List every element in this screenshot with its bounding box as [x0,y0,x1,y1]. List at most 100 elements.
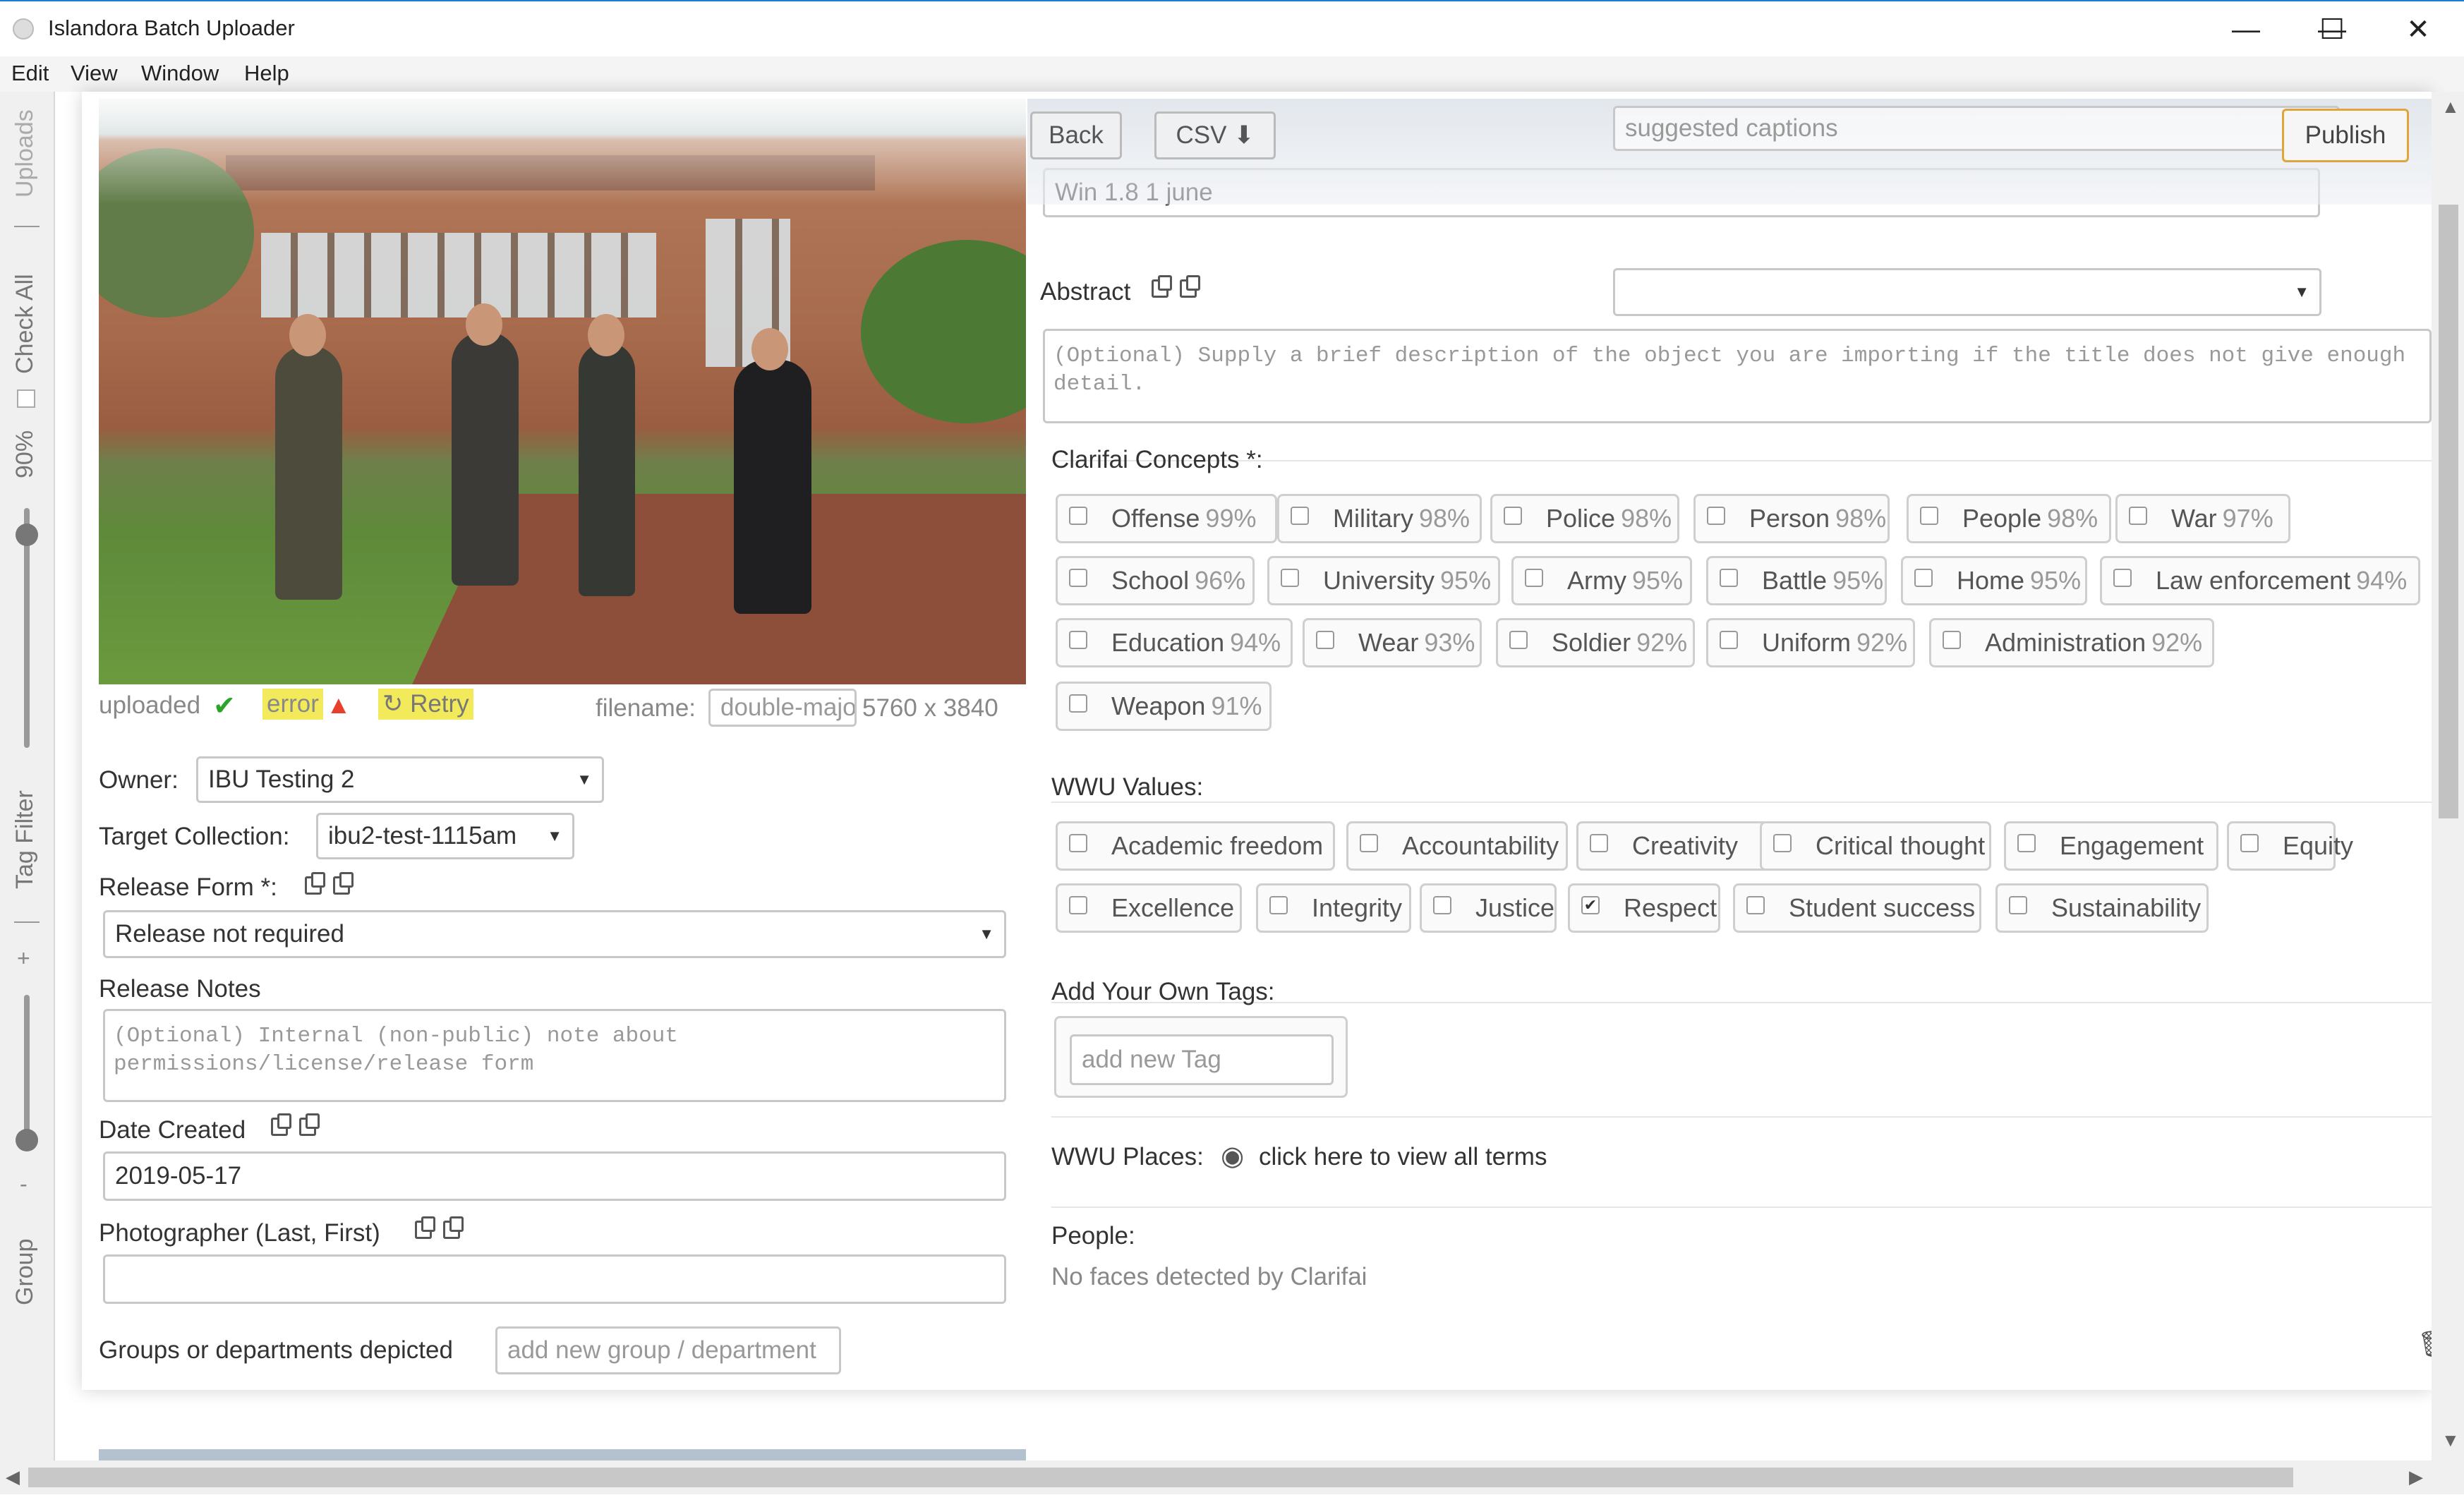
view-all-terms-link[interactable]: click here to view all terms [1259,1143,1547,1171]
horizontal-scrollbar[interactable]: ◀ ▶ [0,1460,2464,1494]
copy-icons[interactable] [305,872,361,900]
concepts-tag[interactable]: Administration 92% [1929,618,2214,667]
values-tag[interactable]: Sustainability [1995,883,2209,933]
concepts-tag[interactable]: Soldier 92% [1496,618,1695,667]
menu-view[interactable]: View [71,61,118,86]
checkbox[interactable] [1943,631,1961,650]
checkbox[interactable] [1316,631,1334,650]
values-tag[interactable]: Justice [1420,883,1557,933]
retry-button[interactable]: ↻ Retry [378,689,473,720]
uploads-tab[interactable]: Uploads [11,109,39,198]
group-slider[interactable] [24,995,30,1150]
checkbox[interactable] [1069,507,1087,526]
scroll-left-icon[interactable]: ◀ [6,1466,20,1488]
abstract-select[interactable]: ▼ [1613,268,2321,316]
publish-button[interactable]: Publish [2282,109,2409,162]
values-tag[interactable]: Creativity [1576,821,1788,871]
checkbox[interactable] [1069,631,1087,650]
date-created-input[interactable]: 2019-05-17 [103,1151,1006,1201]
checkbox[interactable] [1746,896,1765,915]
scrollbar-thumb[interactable] [28,1468,2293,1487]
checkbox[interactable] [1509,631,1528,650]
values-tag[interactable]: ✔ Respect [1568,883,1720,933]
values-tag[interactable]: Academic freedom [1056,821,1335,871]
concepts-tag[interactable]: Police 98% [1490,494,1679,543]
checkbox[interactable]: ✔ [1581,896,1600,915]
concepts-tag[interactable]: People 98% [1907,494,2111,543]
concepts-tag[interactable]: University 95% [1267,556,1500,605]
values-tag[interactable]: Engagement [2004,821,2218,871]
concepts-tag[interactable]: Law enforcement 94% [2100,556,2420,605]
csv-button[interactable]: CSV ⬇ [1154,111,1276,159]
groups-input[interactable]: add new group / department [495,1326,841,1374]
menu-help[interactable]: Help [244,61,289,86]
release-notes-textarea[interactable]: (Optional) Internal (non-public) note ab… [103,1009,1006,1102]
checkbox[interactable] [1269,896,1288,915]
checkbox[interactable] [1525,569,1543,588]
checkbox[interactable] [1069,569,1087,588]
concepts-tag[interactable]: Military 98% [1277,494,1482,543]
values-tag[interactable]: Student success [1733,883,1981,933]
concepts-tag[interactable]: School 96% [1056,556,1255,605]
concepts-tag[interactable]: Battle 95% [1706,556,1887,605]
concepts-tag[interactable]: Wear 93% [1303,618,1482,667]
suggested-captions-input[interactable]: suggested captions [1613,106,2340,151]
scroll-right-icon[interactable]: ▶ [2409,1466,2423,1488]
group-plus[interactable]: + [17,945,30,972]
paste-icon[interactable] [1180,275,1200,298]
checkbox[interactable] [1920,507,1938,526]
vertical-scrollbar[interactable]: ▲ ▼ [2432,92,2464,1468]
copy-icon[interactable] [271,1113,291,1136]
concepts-tag[interactable]: Uniform 92% [1706,618,1915,667]
checkbox[interactable] [2113,569,2132,588]
tag-filter-label[interactable]: Tag Filter [11,790,39,889]
paste-icon[interactable] [443,1216,464,1239]
add-tag-input[interactable]: add new Tag [1070,1034,1334,1085]
values-tag[interactable]: Equity [2227,821,2353,871]
paste-icon[interactable] [333,872,354,895]
checkbox[interactable] [2009,896,2027,915]
checkbox[interactable] [1360,834,1378,853]
checkbox[interactable] [1590,834,1608,853]
checkbox[interactable] [2240,834,2259,853]
eye-icon[interactable]: ◉ [1221,1140,1244,1172]
menu-window[interactable]: Window [141,61,219,86]
concepts-tag[interactable]: Offense 99% [1056,494,1277,543]
checkbox[interactable] [1069,694,1087,713]
filename-input[interactable]: double-major [708,689,857,727]
copy-icon[interactable] [1152,275,1172,298]
checkbox[interactable] [1773,834,1792,853]
concepts-tag[interactable]: Education 94% [1056,618,1293,667]
scrollbar-thumb[interactable] [2439,205,2458,818]
copy-icon[interactable] [305,872,325,895]
copy-icon[interactable] [415,1216,435,1239]
check-all-checkbox[interactable] [17,389,35,408]
back-button[interactable]: Back [1030,111,1122,159]
minimize-icon[interactable]: — [2207,8,2285,51]
checkbox[interactable] [1069,834,1087,853]
checkbox[interactable] [1720,631,1738,650]
copy-icons[interactable] [1152,275,1208,303]
values-tag[interactable]: Excellence [1056,883,1242,933]
checkbox[interactable] [2017,834,2036,853]
scroll-up-icon[interactable]: ▲ [2441,96,2460,118]
checkbox[interactable] [1433,896,1451,915]
next-photo-preview[interactable] [99,1449,1026,1460]
checkbox[interactable] [1504,507,1522,526]
release-form-select[interactable]: Release not required ▼ [103,910,1006,958]
group-slider-handle[interactable] [16,1129,38,1151]
concepts-tag[interactable]: War 97% [2115,494,2290,543]
checkbox[interactable] [1720,569,1738,588]
checkbox[interactable] [1707,507,1725,526]
concepts-tag[interactable]: Army 95% [1511,556,1692,605]
copy-icons[interactable] [271,1113,327,1142]
checkbox[interactable] [1281,569,1299,588]
copy-icons[interactable] [415,1216,471,1245]
group-minus[interactable]: - [20,1171,28,1197]
concepts-tag[interactable]: Home 95% [1901,556,2087,605]
abstract-textarea[interactable]: (Optional) Supply a brief description of… [1043,329,2432,423]
concepts-tag[interactable]: Weapon 91% [1056,682,1272,731]
values-tag[interactable]: Accountability [1346,821,1568,871]
checkbox[interactable] [1291,507,1309,526]
concepts-tag[interactable]: Person 98% [1693,494,1890,543]
